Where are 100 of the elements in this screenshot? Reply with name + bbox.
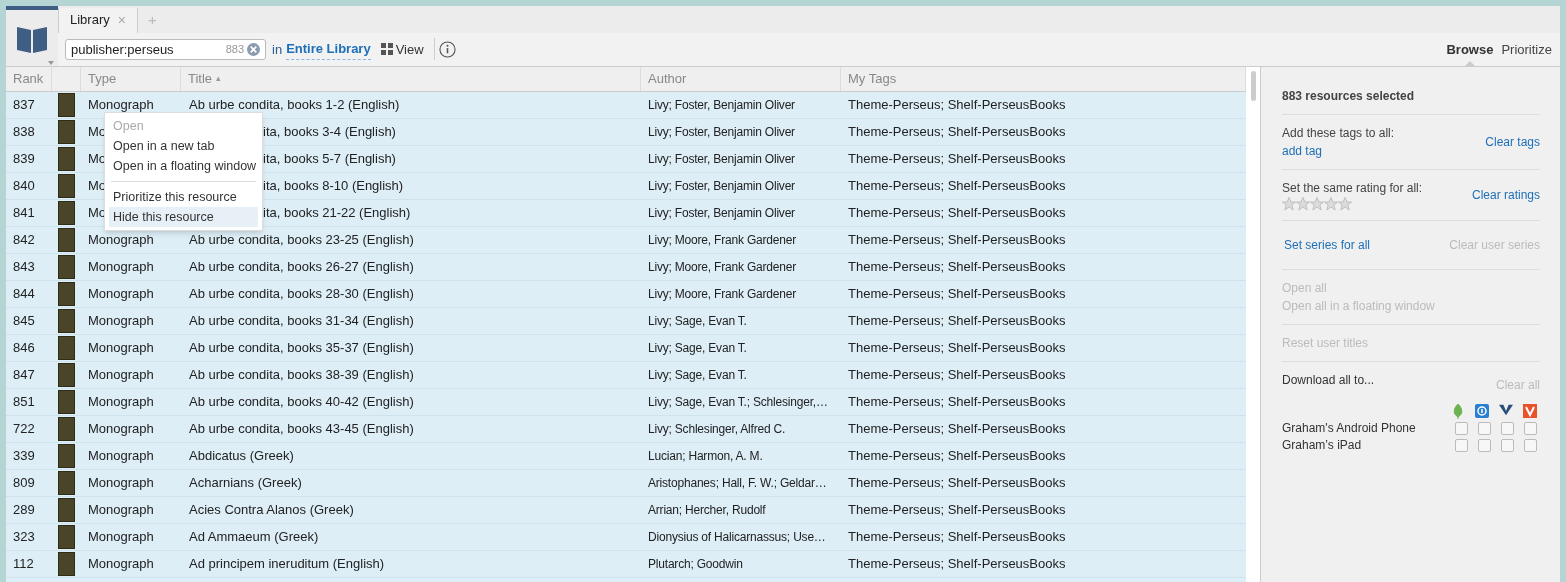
table-cell: 809 [13,475,35,491]
table-cell: Theme-Perseus; Shelf-PerseusBooks [848,529,1066,545]
table-cell: Theme-Perseus; Shelf-PerseusBooks [848,394,1066,410]
table-cell: Lucian; Harmon, A. M. [648,449,763,463]
search-text: publisher:perseus [71,40,175,59]
table-cell: Ab urbe condita, books 23-25 (English) [189,232,414,248]
view-button[interactable]: View [380,39,424,60]
checkbox[interactable] [1455,438,1468,452]
table-cell: Livy; Foster, Benjamin Oliver [648,206,795,220]
table-cell: 837 [13,97,35,113]
info-icon[interactable] [438,40,456,58]
table-cell: Theme-Perseus; Shelf-PerseusBooks [848,178,1066,194]
book-cover-icon [58,201,75,225]
book-cover-icon [58,498,75,522]
table-cell: 722 [13,421,35,437]
book-cover-icon [58,390,75,414]
table-cell: Theme-Perseus; Shelf-PerseusBooks [848,259,1066,275]
table-cell: Monograph [88,502,154,518]
device-label: Graham's Android Phone [1282,420,1416,437]
table-cell: Monograph [88,367,154,383]
column-header[interactable]: Type [88,69,117,89]
book-cover-icon [58,336,75,360]
table-cell: Theme-Perseus; Shelf-PerseusBooks [848,205,1066,221]
tab[interactable]: Library × [58,7,138,33]
sort-icon[interactable]: ▴ [216,72,222,86]
add-tag-link[interactable]: add tag [1282,142,1395,160]
table-cell: Livy; Schlesinger, Alfred C. [648,422,786,436]
book-cover-icon [58,363,75,387]
book-cover-icon [58,255,75,279]
mode-tab[interactable]: Prioritize [1501,39,1552,60]
table-cell: Ad principem ineruditum (English) [189,556,385,572]
table-cell: Theme-Perseus; Shelf-PerseusBooks [848,421,1066,437]
tags-label: Add these tags to all: [1282,125,1395,142]
table-cell: Livy; Moore, Frank Gardener [648,233,796,247]
book-cover-icon [58,120,75,144]
table-cell: 289 [13,502,35,518]
book-cover-icon [58,471,75,495]
checkbox[interactable] [1524,438,1537,452]
checkbox[interactable] [1478,421,1491,435]
book-cover-icon [58,444,75,468]
book-cover-icon [58,525,75,549]
menu-item[interactable]: Open in a new tab [109,136,258,156]
checkbox[interactable] [1501,421,1514,435]
clear-tags-link[interactable]: Clear tags [1485,133,1540,151]
table-cell: 339 [13,448,35,464]
scope-link[interactable]: Entire Library [286,39,371,60]
table-cell: Theme-Perseus; Shelf-PerseusBooks [848,502,1066,518]
column-header[interactable]: Author [648,69,687,89]
table-cell: 843 [13,259,35,275]
table-cell: Livy; Foster, Benjamin Oliver [648,125,795,139]
star-icon[interactable] [1310,197,1324,211]
column-header[interactable]: Rank [13,69,44,89]
table-cell: Dionysius of Halicarnassus; Use… [648,530,826,544]
table-cell: 112 [13,556,34,572]
table-cell: Monograph [88,421,154,437]
table-cell: Ad Ammaeum (Greek) [189,529,319,545]
menu-item[interactable]: Prioritize this resource [109,187,258,207]
search-field[interactable]: publisher:perseus 883 [65,38,266,60]
table-cell: Acharnians (Greek) [189,475,302,491]
caret-icon[interactable] [48,61,54,65]
table-cell: 844 [13,286,35,302]
selection-heading: 883 resources selected [1282,88,1416,105]
download-label: Download all to... [1282,372,1375,389]
app-icon [1475,404,1489,418]
checkbox[interactable] [1501,438,1514,452]
leaf-icon [1453,404,1463,419]
clear-ratings-link[interactable]: Clear ratings [1471,186,1540,204]
star-icon[interactable] [1296,197,1310,211]
star-icon[interactable] [1282,197,1296,211]
table-cell: Theme-Perseus; Shelf-PerseusBooks [848,124,1066,140]
book-cover-icon [58,552,75,576]
table-cell: Monograph [88,259,154,275]
checkbox[interactable] [1478,438,1491,452]
checkbox[interactable] [1455,421,1468,435]
table-cell: Theme-Perseus; Shelf-PerseusBooks [848,556,1066,572]
menu-item[interactable]: Open in a floating window [109,156,258,176]
table-cell: Ab urbe condita, books 38-39 (English) [189,367,414,383]
star-icon[interactable] [1338,197,1352,211]
scrollbar-thumb[interactable] [1250,71,1256,101]
column-header[interactable]: My Tags [848,69,897,89]
result-count: 883 [225,42,244,58]
table-cell: 851 [13,394,35,410]
table-cell: 842 [13,232,35,248]
table-cell: 841 [13,205,35,221]
table-cell: Monograph [88,313,154,329]
menu-item[interactable]: Hide this resource [109,207,258,227]
book-cover-icon [58,147,75,171]
table-cell: Theme-Perseus; Shelf-PerseusBooks [848,232,1066,248]
book-cover-icon [58,282,75,306]
set-series-link[interactable]: Set series for all [1284,236,1371,254]
column-header[interactable]: Title [188,69,213,89]
table-cell: Monograph [88,556,154,572]
checkbox[interactable] [1524,421,1537,435]
table-cell: Theme-Perseus; Shelf-PerseusBooks [848,313,1066,329]
table-cell: Ab urbe condita, books 31-34 (English) [189,313,414,329]
clear-icon[interactable] [247,42,260,56]
table-cell: 847 [13,367,35,383]
mode-tab[interactable]: Browse [1446,39,1494,60]
table-cell: Plutarch; Goodwin [648,557,743,571]
star-icon[interactable] [1324,197,1338,211]
